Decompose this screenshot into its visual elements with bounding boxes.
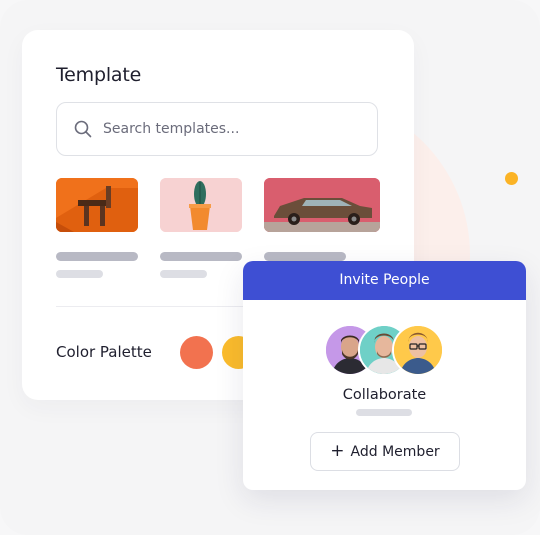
search-icon	[74, 120, 92, 138]
plus-icon: +	[330, 441, 345, 461]
search-input[interactable]	[103, 103, 363, 154]
cactus-pot-thumbnail[interactable]	[160, 178, 242, 232]
collaborate-label: Collaborate	[342, 387, 427, 403]
add-member-button[interactable]: + Add Member	[310, 432, 460, 471]
cactus-image	[160, 178, 242, 232]
thumbnail-title-placeholder	[56, 252, 138, 261]
collaborate-subtext-placeholder	[356, 409, 412, 416]
thumbnail-title-placeholder	[264, 252, 346, 261]
avatar[interactable]	[392, 324, 444, 376]
avatar-icon	[394, 326, 442, 374]
color-swatch-coral[interactable]	[180, 336, 213, 369]
vintage-car-thumbnail[interactable]	[264, 178, 380, 232]
chair-image	[56, 178, 138, 232]
thumbnail-meta-placeholder	[160, 270, 207, 278]
decorative-dot	[505, 172, 518, 185]
orange-wooden-chair-thumbnail[interactable]	[56, 178, 138, 232]
template-title: Template	[56, 64, 142, 86]
invite-header: Invite People	[243, 261, 526, 300]
invite-title: Invite People	[339, 272, 430, 288]
add-member-label: Add Member	[350, 443, 440, 460]
thumbnail-title-placeholder	[160, 252, 242, 261]
thumbnail-meta-placeholder	[56, 270, 103, 278]
search-box[interactable]	[56, 102, 378, 156]
invite-people-card: Invite People Collaborate + Add Member	[243, 261, 526, 490]
color-palette-label: Color Palette	[56, 343, 152, 361]
car-image	[264, 178, 380, 232]
